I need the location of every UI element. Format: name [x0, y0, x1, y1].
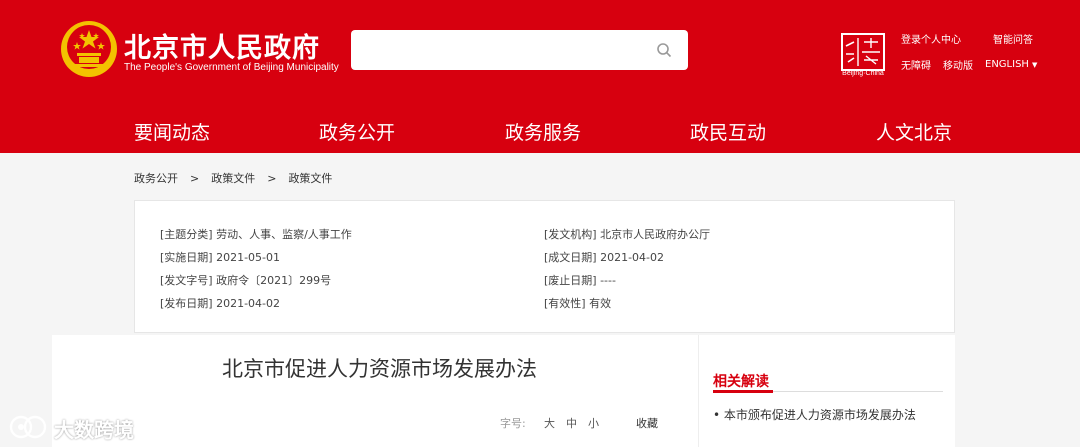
breadcrumb-item[interactable]: 政策文件	[288, 172, 332, 185]
nav-item-gov-affairs[interactable]: 政务公开	[319, 118, 395, 145]
breadcrumb: 政务公开 > 政策文件 > 政策文件	[134, 170, 332, 186]
font-size-small-button[interactable]: 小	[588, 415, 599, 431]
info-validity: [有效性] 有效	[544, 297, 612, 310]
related-title: 相关解读	[713, 374, 769, 390]
caret-down-icon: ▼	[1031, 61, 1038, 69]
info-publish-date: [发布日期] 2021-04-02	[160, 297, 281, 310]
watermark: 大数跨境	[8, 412, 144, 442]
info-issuer: [发文机构] 北京市人民政府办公厅	[544, 228, 711, 241]
login-link[interactable]: 登录个人中心	[901, 31, 961, 46]
watermark-text: 大数跨境	[54, 418, 134, 442]
info-topic: [主题分类] 劳动、人事、监察/人事工作	[160, 228, 352, 241]
info-repeal-date: [废止日期] ----	[544, 274, 616, 287]
national-emblem-icon[interactable]	[60, 20, 118, 78]
font-size-label: 字号:	[500, 417, 526, 430]
nav-item-gov-services[interactable]: 政务服务	[505, 118, 581, 145]
search-input[interactable]	[351, 30, 688, 70]
title-underline	[713, 390, 773, 393]
search-icon[interactable]	[656, 42, 672, 58]
mobile-link[interactable]: 移动版	[943, 57, 973, 72]
article-title: 北京市促进人力资源市场发展办法	[222, 357, 537, 381]
site-title[interactable]: 北京市人民政府	[124, 26, 320, 65]
breadcrumb-item[interactable]: 政策文件	[211, 172, 255, 185]
related-link[interactable]: • 本市颁布促进人力资源市场发展办法	[713, 406, 916, 423]
qa-link[interactable]: 智能问答	[993, 31, 1033, 46]
font-size-medium-button[interactable]: 中	[566, 415, 577, 431]
related-interpretation-panel: 相关解读 • 本市颁布促进人力资源市场发展办法	[698, 335, 955, 447]
breadcrumb-separator: >	[190, 172, 200, 185]
language-switch[interactable]: ENGLISH ▼	[985, 59, 1037, 70]
site-subtitle: The People's Government of Beijing Munic…	[124, 62, 339, 73]
seal-caption: Beijing·China	[842, 70, 884, 77]
article-panel: 北京市促进人力资源市场发展办法 字号: 大 中 小 收藏	[52, 335, 698, 447]
accessible-link[interactable]: 无障碍	[901, 57, 931, 72]
favorite-button[interactable]: 收藏	[636, 415, 658, 431]
info-written-date: [成文日期] 2021-04-02	[544, 251, 665, 264]
info-doc-number: [发文字号] 政府令〔2021〕299号	[160, 274, 332, 287]
watermark-logo-icon	[9, 415, 47, 439]
breadcrumb-item[interactable]: 政务公开	[134, 172, 178, 185]
breadcrumb-separator: >	[267, 172, 277, 185]
document-info-panel: [主题分类] 劳动、人事、监察/人事工作 [实施日期] 2021-05-01 […	[134, 200, 955, 333]
language-label: ENGLISH	[985, 59, 1029, 70]
nav-item-culture[interactable]: 人文北京	[876, 118, 952, 145]
nav-item-news[interactable]: 要闻动态	[134, 118, 210, 145]
font-size-large-button[interactable]: 大	[544, 415, 555, 431]
site-header: 北京市人民政府 The People's Government of Beiji…	[0, 0, 1080, 153]
main-nav: 要闻动态 政务公开 政务服务 政民互动 人文北京	[0, 108, 1080, 153]
nav-item-interaction[interactable]: 政民互动	[690, 118, 766, 145]
info-effective-date: [实施日期] 2021-05-01	[160, 251, 281, 264]
